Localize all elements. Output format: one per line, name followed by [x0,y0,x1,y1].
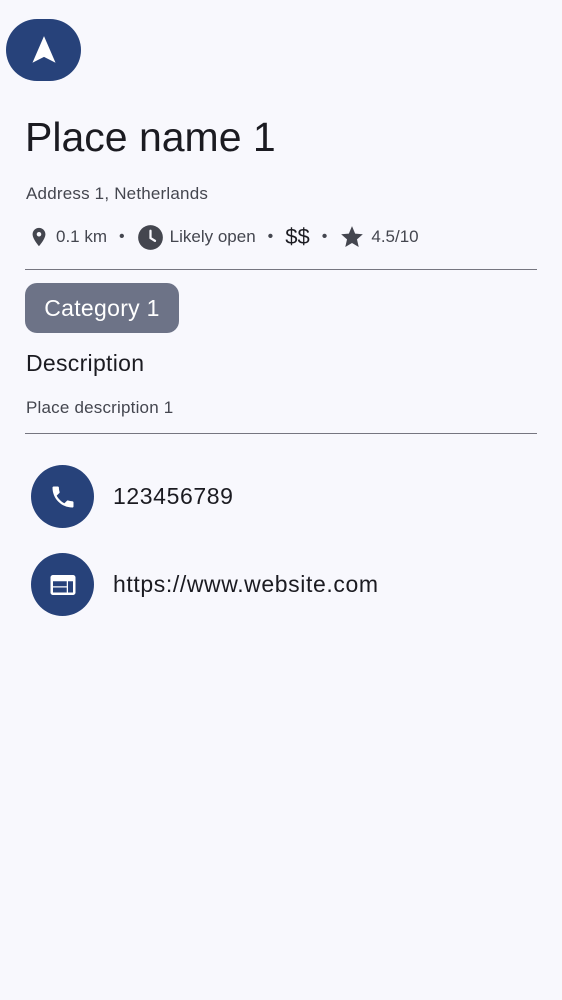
navigation-arrow-icon [31,36,56,63]
place-title: Place name 1 [25,114,276,160]
divider [25,269,537,270]
meta-separator: • [267,228,274,245]
description-text: Place description 1 [26,398,174,417]
place-address: Address 1, Netherlands [26,184,209,203]
clock-icon [137,224,164,251]
phone-row[interactable]: 123456789 [31,465,234,528]
open-status-text: Likely open [169,227,256,246]
website-button[interactable] [31,553,94,616]
website-row[interactable]: https://www.website.com [31,553,379,616]
web-browser-icon [50,574,75,595]
description-heading: Description [26,350,145,376]
meta-separator: • [119,228,125,245]
rating-text: 4.5/10 [371,227,419,246]
divider [25,433,537,434]
place-meta-row: 0.1 km • Likely open • $$ • 4.5/10 [28,222,419,252]
price-level: $$ [285,224,310,249]
place-detail-screen: Place name 1 Address 1, Netherlands 0.1 … [0,0,562,1000]
location-pin-icon [28,224,50,250]
category-chip[interactable]: Category 1 [25,283,179,333]
phone-button[interactable] [31,465,94,528]
navigate-button[interactable] [6,19,81,81]
phone-icon [52,486,73,507]
distance-text: 0.1 km [56,227,108,246]
website-url[interactable]: https://www.website.com [113,571,379,598]
star-icon [339,224,365,250]
phone-number[interactable]: 123456789 [113,483,234,510]
meta-separator: • [321,228,328,245]
